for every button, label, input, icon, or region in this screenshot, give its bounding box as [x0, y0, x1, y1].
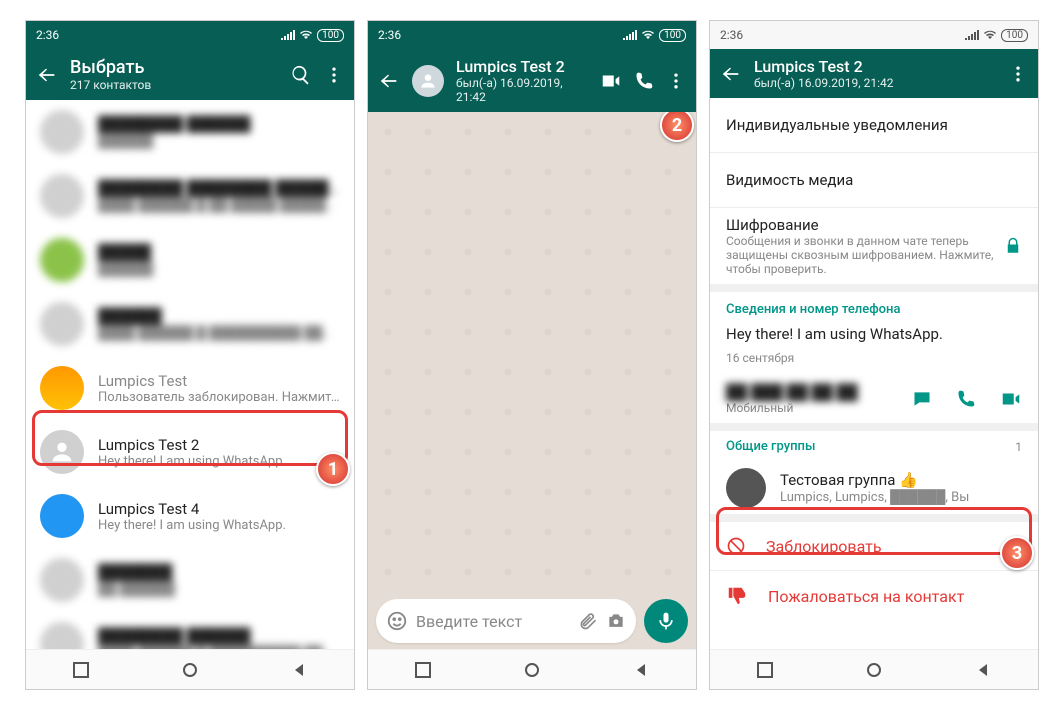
phone-number: ██ ███ ██ ██ ██	[726, 383, 858, 401]
lock-icon	[1004, 237, 1022, 255]
message-icon[interactable]	[912, 389, 932, 409]
nav-recent-icon[interactable]	[415, 662, 431, 678]
back-icon[interactable]	[36, 64, 58, 86]
page-subtitle: 217 контактов	[70, 78, 278, 92]
statusbar-time: 2:36	[378, 28, 401, 42]
nav-back-icon[interactable]	[291, 662, 307, 678]
badge-2: 2	[660, 112, 694, 142]
signal-icon	[965, 30, 979, 40]
row-phone[interactable]: ██ ███ ██ ██ ██ Мобильный	[710, 375, 1038, 423]
wifi-icon	[299, 30, 313, 40]
signal-icon	[623, 30, 637, 40]
list-item[interactable]: █████████ ██████	[26, 548, 354, 612]
attach-icon[interactable]	[578, 611, 598, 631]
header: Lumpics Test 2 был(-а) 16.09.2019, 21:42	[368, 49, 696, 112]
list-item[interactable]: ██████████ ██████ █ ██████████ ████████	[26, 292, 354, 356]
group-item[interactable]: Тестовая группа 👍 Lumpics, Lumpics, ████…	[710, 462, 1038, 514]
statusbar: 2:36 100	[368, 21, 696, 49]
nav-back-icon[interactable]	[975, 662, 991, 678]
profile-name: Lumpics Test 2	[754, 57, 996, 76]
last-seen: был(-а) 16.09.2019, 21:42	[754, 76, 996, 90]
signal-icon	[281, 30, 295, 40]
wifi-icon	[983, 30, 997, 40]
battery-badge: 100	[317, 29, 344, 42]
section-phone-title: Сведения и номер телефона	[726, 302, 1022, 317]
block-button[interactable]: Заблокировать	[710, 522, 1038, 570]
list-item[interactable]: ████████ ████████████	[26, 100, 354, 164]
contact-status: Hey there! I am using WhatsApp.	[726, 317, 1022, 351]
emoji-icon[interactable]	[386, 610, 408, 632]
row-encryption[interactable]: Шифрование Сообщения и звонки в данном ч…	[710, 208, 1038, 284]
list-item-lumpics-test-4[interactable]: Lumpics Test 4Hey there! I am using What…	[26, 484, 354, 548]
groups-count: 1	[1015, 440, 1022, 454]
back-icon[interactable]	[378, 70, 400, 92]
avatar	[40, 430, 84, 474]
block-icon	[726, 536, 746, 556]
list-item[interactable]: ████████ ████████ ███████████ ██████ █ █…	[26, 164, 354, 228]
more-icon[interactable]	[666, 71, 686, 91]
more-icon[interactable]	[324, 65, 344, 85]
video-icon[interactable]	[1000, 388, 1022, 410]
nav-back-icon[interactable]	[633, 662, 649, 678]
camera-icon[interactable]	[606, 611, 626, 631]
statusbar-time: 2:36	[36, 28, 59, 42]
thumbs-down-icon	[726, 585, 748, 607]
list-item-lumpics-test[interactable]: Lumpics TestПользователь заблокирован. Н…	[26, 356, 354, 420]
row-notifications[interactable]: Индивидуальные уведомления	[710, 98, 1038, 152]
battery-badge: 100	[1001, 29, 1028, 42]
section-groups-title: Общие группы	[726, 439, 815, 454]
statusbar: 2:36 100	[26, 21, 354, 49]
phone-3: 2:36 100 Lumpics Test 2 был(-а) 16.09.20…	[709, 20, 1039, 690]
header: Выбрать 217 контактов	[26, 49, 354, 100]
call-icon[interactable]	[956, 389, 976, 409]
chat-name: Lumpics Test 2	[456, 57, 588, 76]
navbar	[710, 649, 1038, 689]
avatar[interactable]	[412, 65, 444, 97]
statusbar: 2:36 100	[710, 21, 1038, 49]
contact-list[interactable]: ████████ ████████████ ████████ ████████ …	[26, 100, 354, 689]
statusbar-time: 2:36	[720, 28, 743, 42]
wifi-icon	[641, 30, 655, 40]
page-title: Выбрать	[70, 57, 278, 78]
badge-3: 3	[1000, 536, 1034, 570]
nav-home-icon[interactable]	[182, 662, 198, 678]
badge-1: 1	[316, 452, 350, 486]
header: Lumpics Test 2 был(-а) 16.09.2019, 21:42	[710, 49, 1038, 98]
voice-call-icon[interactable]	[634, 71, 654, 91]
report-button[interactable]: Пожаловаться на контакт	[710, 571, 1038, 621]
navbar	[26, 649, 354, 689]
nav-home-icon[interactable]	[524, 662, 540, 678]
input-bar: Введите текст	[368, 593, 696, 649]
back-icon[interactable]	[720, 63, 742, 85]
nav-recent-icon[interactable]	[757, 662, 773, 678]
contact-status-date: 16 сентября	[726, 351, 1022, 365]
list-item-lumpics-test-2[interactable]: Lumpics Test 2Hey there! I am using What…	[26, 420, 354, 484]
input-placeholder: Введите текст	[416, 612, 570, 631]
video-call-icon[interactable]	[600, 70, 622, 92]
more-icon[interactable]	[1008, 64, 1028, 84]
phone-1: 2:36 100 Выбрать 217 контактов ████████ …	[25, 20, 355, 690]
message-input[interactable]: Введите текст	[376, 599, 636, 643]
navbar	[368, 649, 696, 689]
list-item[interactable]: ███████████	[26, 228, 354, 292]
row-media-visibility[interactable]: Видимость медиа	[710, 153, 1038, 207]
nav-home-icon[interactable]	[866, 662, 882, 678]
mic-button[interactable]	[644, 599, 688, 643]
chat-area: 2 Введите текст	[368, 112, 696, 689]
group-avatar	[726, 468, 766, 508]
phone-2: 2:36 100 Lumpics Test 2 был(-а) 16.09.20…	[367, 20, 697, 690]
search-icon[interactable]	[290, 64, 312, 86]
last-seen: был(-а) 16.09.2019, 21:42	[456, 76, 588, 104]
battery-badge: 100	[659, 29, 686, 42]
nav-recent-icon[interactable]	[73, 662, 89, 678]
